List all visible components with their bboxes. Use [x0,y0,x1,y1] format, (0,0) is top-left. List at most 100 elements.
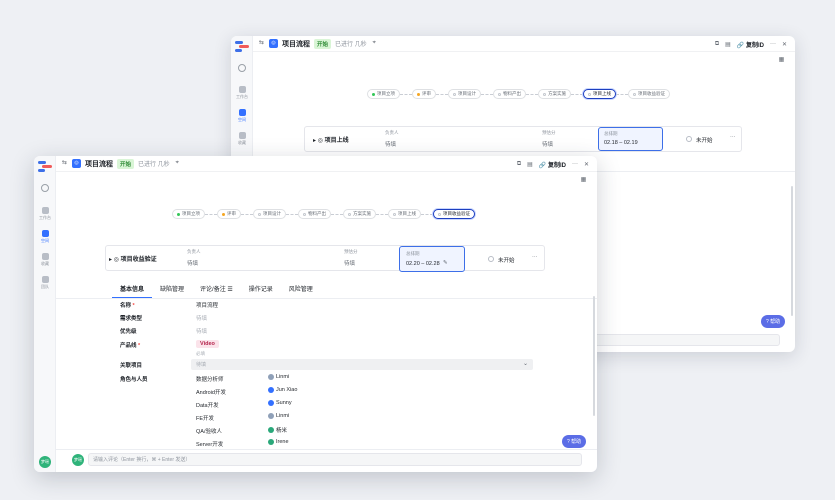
layout-icon[interactable]: ▦ [580,177,587,184]
front-scrollbar[interactable] [593,296,595,416]
date-value: 02.18 – 02.19 [604,140,638,146]
front-node-card[interactable]: ▸ ◎ 项目收益验证 负责人 待填 预估分 待填 总排期 02.20 – 02.… [105,245,545,272]
copy-id-button[interactable]: 🔗 复制ID [539,160,566,169]
date-label: 总排期 [604,131,618,136]
estimate-value[interactable]: 待填 [542,140,553,148]
related-select[interactable]: 待填 ⌄ [191,359,533,370]
flow-node-active[interactable]: 项目上线 [583,89,616,99]
tab-defects[interactable]: 缺陷管理 [152,280,192,298]
more-icon[interactable]: ··· [770,41,776,47]
status-dot-icon [177,212,180,216]
sidebar-item-favorites[interactable]: 收藏 [34,253,56,267]
sidebar-item-team[interactable]: 团队 [34,276,56,290]
doc-icon[interactable]: ▤ [527,161,533,168]
close-icon[interactable]: ✕ [782,41,787,48]
share-icon[interactable]: ⧉ [517,161,521,168]
copy-id-button[interactable]: 🔗 复制ID [737,40,764,49]
back-start-tag[interactable]: 开始 [314,38,332,49]
flow-node[interactable]: 项目设计 [448,89,481,99]
comment-input[interactable]: 请输入评论（Enter 换行，⌘ + Enter 发送） [88,453,582,466]
owner-value[interactable]: 待填 [385,140,396,148]
front-start-tag[interactable]: 开始 [117,158,135,169]
product-line-tag[interactable]: Video [196,340,219,348]
pin-icon[interactable]: ⌖ [174,160,181,167]
field-name-value[interactable]: 项目流程 [196,301,218,309]
flow-node[interactable]: 项目立项 [367,89,400,99]
flow-node-active[interactable]: 项目收益验证 [433,209,475,219]
flow-connector [436,93,448,95]
close-icon[interactable]: ✕ [584,161,589,168]
role-person[interactable]: Linmi [268,374,289,380]
field-product-line-label: 产品线 * [120,343,141,349]
flow-node[interactable]: 项目设计 [253,209,286,219]
front-help-button[interactable]: ? 帮助 [562,435,587,448]
logo-icon [38,161,52,172]
flow-node[interactable]: 方案实施 [343,209,376,219]
back-node-card[interactable]: ▸ ◎ 项目上线 负责人 待填 预估分 待填 总排期 02.18 – 02.19… [304,126,742,152]
date-box[interactable]: 总排期 02.18 – 02.19 [598,127,663,151]
role-person[interactable]: Irene [268,439,289,445]
flow-node[interactable]: 方案实施 [538,89,571,99]
card-more-icon[interactable]: ··· [532,254,538,260]
layout-icon[interactable]: ▦ [778,57,785,64]
status-circle-icon[interactable] [686,136,692,142]
tab-basic-info[interactable]: 基本信息 [112,280,153,298]
sidebar-item-favorites[interactable]: 收藏 [231,132,253,146]
role-person[interactable]: 杨米 [268,426,287,434]
back-help-button[interactable]: ? 帮助 [761,315,786,328]
role-person[interactable]: Sunny [268,400,292,406]
collapse-icon[interactable]: ⇆ [258,40,265,47]
role-person[interactable]: Linmi [268,413,289,419]
status-dot-icon [417,92,420,96]
flow-connector [205,213,217,215]
collapse-icon[interactable]: ⇆ [61,160,68,167]
share-icon[interactable]: ⧉ [715,41,719,48]
more-icon[interactable]: ··· [572,161,578,167]
avatar[interactable]: 梦瑶 [39,456,51,468]
flow-node[interactable]: 评审 [412,89,436,99]
flow-connector [526,93,538,95]
status-dot-icon [393,212,396,216]
person-avatar-icon [268,439,274,445]
search-icon[interactable] [238,64,246,72]
back-comment-bar[interactable] [590,334,780,346]
flow-node[interactable]: 物料产出 [298,209,331,219]
sidebar-item-workbench[interactable]: 工作台 [231,86,253,100]
status-dot-icon [303,212,306,216]
owner-label: 负责人 [385,130,399,135]
pin-icon[interactable]: ⌖ [371,40,378,47]
flow-node[interactable]: 项目立项 [172,209,205,219]
flow-node[interactable]: 项目上线 [388,209,421,219]
date-box[interactable]: 总排期 02.20 – 02.28 ✎ [399,246,465,272]
field-req-type-value[interactable]: 待填 [196,314,207,322]
tab-history[interactable]: 操作记录 [241,280,281,298]
card-more-icon[interactable]: ··· [730,134,736,140]
status-dot-icon [588,92,591,96]
owner-label: 负责人 [187,249,201,254]
flow-node[interactable]: 项目收益验证 [628,89,670,99]
flow-connector [286,213,298,215]
edit-icon[interactable]: ✎ [443,260,448,266]
status-circle-icon[interactable] [488,256,494,262]
field-priority-value[interactable]: 待填 [196,327,207,335]
status-dot-icon [543,92,546,96]
tab-comments[interactable]: 评论/备注 ☰ [192,280,241,298]
role-label: FE开发 [196,416,215,422]
doc-icon[interactable]: ▤ [725,41,731,48]
sidebar-item-space[interactable]: 空间 [34,230,56,244]
front-title: 项目流程 [85,160,113,168]
role-person[interactable]: Jun Xiao [268,387,297,393]
flow-node[interactable]: 物料产出 [493,89,526,99]
flow-node[interactable]: 评审 [217,209,241,219]
estimate-value[interactable]: 待填 [344,259,355,267]
sidebar-item-space[interactable]: 空间 [231,109,253,123]
tab-risk[interactable]: 风险管理 [281,280,321,298]
space-icon [238,109,246,116]
space-icon [41,230,49,237]
field-roles-label: 角色与人员 [120,377,148,383]
role-label: 数据分析师 [196,377,224,383]
search-icon[interactable] [41,184,49,192]
sidebar-item-workbench[interactable]: 工作台 [34,207,56,221]
owner-value[interactable]: 待填 [187,259,198,267]
back-scrollbar[interactable] [791,186,793,316]
